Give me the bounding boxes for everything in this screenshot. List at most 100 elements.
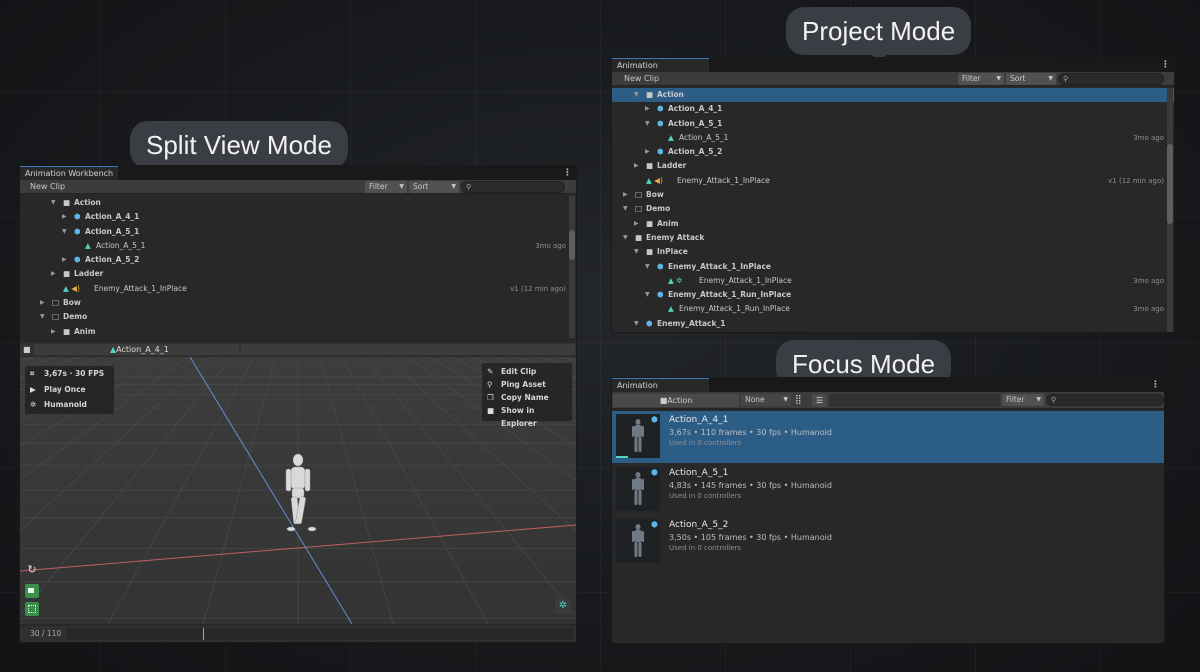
tree-row[interactable]: ▼ ⬢ Enemy_Attack_1_InPlace	[612, 260, 1174, 274]
tree-row-label: Enemy_Attack_1_InPlace	[677, 175, 770, 185]
expand-arrow-right-icon[interactable]: ▶	[645, 145, 650, 159]
expand-arrow-down-icon[interactable]: ▼	[634, 245, 639, 259]
filter-dropdown[interactable]: Filter ▼	[958, 73, 1004, 85]
row-icon-wrap: ▲	[85, 239, 91, 253]
timeline-track[interactable]	[66, 628, 574, 640]
expand-arrow-right-icon[interactable]: ▶	[62, 253, 67, 267]
tab-animation-workbench[interactable]: Animation Workbench	[20, 166, 119, 180]
preview-viewport[interactable]: ⌗ 3,67s · 30 FPS ▶ Play Once ✲ Humanoid ✎ Ed…	[20, 357, 576, 624]
timeline-bar[interactable]: 30 / 110	[20, 626, 576, 642]
filter-dropdown[interactable]: Filter ▼	[365, 181, 407, 193]
tree-row[interactable]: ▲ Action_A_5_1 3mo ago	[612, 131, 1174, 145]
expand-arrow-down-icon[interactable]: ▼	[645, 260, 650, 274]
folder-icon[interactable]: ■	[23, 343, 31, 356]
focus-search-field[interactable]	[830, 394, 1000, 407]
clip-name: Action_A_5_1	[669, 467, 729, 478]
reset-view-button[interactable]: ↻	[25, 563, 39, 577]
tree-row[interactable]: ▼ ■ InPlace	[612, 245, 1174, 259]
context-menu-item[interactable]: ✎ Edit Clip	[482, 365, 572, 378]
timeline-playhead[interactable]	[203, 628, 205, 640]
tree-row[interactable]: ▶ ■ Ladder	[612, 159, 1174, 173]
new-clip-button[interactable]: New Clip	[614, 72, 669, 86]
controller-dropdown[interactable]: None ▼	[741, 394, 791, 406]
expand-arrow-right-icon[interactable]: ▶	[51, 325, 56, 338]
tree-row-label: Action_A_4_1	[668, 104, 723, 114]
humanoid-row[interactable]: ✲ Humanoid	[25, 397, 114, 413]
folder-icon: ■	[646, 218, 654, 228]
expand-arrow-down-icon[interactable]: ▼	[62, 225, 67, 239]
filter-dropdown[interactable]: Filter ▼	[1002, 394, 1044, 406]
tree-scrollbar[interactable]	[1167, 88, 1173, 332]
tree-row[interactable]: ▲ ◀) Enemy_Attack_1_InPlace v1 (12 min ago…	[612, 174, 1174, 188]
expand-arrow-right-icon[interactable]: ▶	[634, 217, 639, 231]
expand-arrow-right-icon[interactable]: ▶	[51, 267, 56, 281]
tree-row[interactable]: ▼ ⬢ Action_A_5_1	[20, 225, 576, 239]
tree-row[interactable]: ▼ ■ Enemy Attack	[612, 231, 1174, 245]
humanoid-pose-button[interactable]: ✲	[555, 598, 571, 614]
preview-clip-name-field[interactable]	[241, 344, 575, 355]
tree-row[interactable]: ▼ ■ Action	[612, 88, 1174, 103]
path-field[interactable]: ■Action	[613, 394, 739, 407]
tree-row[interactable]: ▶ ⬢ Action_A_4_1	[20, 210, 576, 224]
expand-arrow-right-icon[interactable]: ▶	[40, 296, 45, 310]
tree-row[interactable]: ▶ ⬢ Action_A_5_2	[612, 145, 1174, 159]
grid-toggle-button[interactable]	[25, 602, 39, 616]
tree-row[interactable]: ▲ Action_A_5_1 3mo ago	[20, 239, 576, 253]
tree-row[interactable]: ▶ ■ Anim	[20, 325, 576, 338]
window-menu-icon[interactable]: ⋮	[563, 166, 572, 180]
expand-arrow-right-icon[interactable]: ▶	[645, 102, 650, 116]
tree-scrollbar[interactable]	[569, 196, 575, 338]
tab-animation-workbench[interactable]: Animation Workbench	[612, 58, 709, 84]
tree-row[interactable]: ▼ ⬢ Action_A_5_1	[612, 117, 1174, 131]
context-menu-item[interactable]: ■ Show in Explorer	[482, 404, 572, 428]
tree-row[interactable]: ▶ □ Bow	[612, 188, 1174, 202]
path-label: Action	[667, 396, 693, 405]
list-view-button[interactable]: ☰	[812, 394, 827, 407]
clip-card[interactable]: ⬢ Action_A_5_2 3,50s • 105 frames • 30 fps…	[612, 516, 1164, 568]
tree-row[interactable]: ▶ ■ Ladder	[20, 267, 576, 281]
tree-row[interactable]: ▲ ◀) Enemy_Attack_1_InPlace v1 (12 min ago…	[20, 282, 576, 296]
tree-row[interactable]: ▼ ■ Action	[20, 196, 576, 210]
clip-card[interactable]: ⬢ Action_A_4_1 3,67s • 110 frames • 30 fps…	[612, 411, 1164, 463]
tab-animation-workbench[interactable]: Animation Workbench	[612, 378, 709, 404]
context-menu-item[interactable]: ⚲ Ping Asset	[482, 378, 572, 391]
window-menu-icon[interactable]: ⋮	[1151, 378, 1160, 392]
tree-row[interactable]: ▼ □ Demo	[20, 310, 576, 324]
tree-row[interactable]: ▶ ⬢ Action_A_4_1	[612, 102, 1174, 116]
expand-arrow-down-icon[interactable]: ▼	[623, 231, 628, 245]
tree-row[interactable]: ▼ ⬢ Enemy_Attack_1	[612, 317, 1174, 331]
tree-row[interactable]: ▲ Enemy_Attack_1_Run_InPlace 3mo ago	[612, 302, 1174, 316]
context-menu-item[interactable]: ❐ Copy Name	[482, 391, 572, 404]
tree-scrollbar-thumb[interactable]	[1167, 144, 1173, 224]
tree-row[interactable]: ▶ □ Bow	[20, 296, 576, 310]
window-menu-icon[interactable]: ⋮	[1161, 58, 1170, 72]
expand-arrow-down-icon[interactable]: ▼	[51, 196, 56, 210]
tree-scrollbar-thumb[interactable]	[569, 230, 575, 260]
expand-arrow-down-icon[interactable]: ▼	[634, 88, 639, 102]
tree-row[interactable]: ▶ ■ Anim	[612, 217, 1174, 231]
tree-row[interactable]: ▲ ✲ Enemy_Attack_1_InPlace 3mo ago	[612, 274, 1174, 288]
new-clip-button[interactable]: New Clip	[20, 180, 75, 194]
expand-arrow-down-icon[interactable]: ▼	[623, 202, 628, 216]
grid-view-button[interactable]: ⣿	[795, 395, 805, 405]
search-input[interactable]: ⚲	[1046, 394, 1164, 406]
sort-dropdown[interactable]: Sort ▼	[1006, 73, 1056, 85]
expand-arrow-down-icon[interactable]: ▼	[634, 317, 639, 331]
play-once-toggle[interactable]: ▶ Play Once	[25, 382, 114, 398]
context-menu: ✎ Edit Clip ⚲ Ping Asset ❐ Copy Name ■ Show in …	[482, 363, 572, 428]
search-input[interactable]: ⚲	[461, 181, 565, 193]
clip-card[interactable]: ⬢ Action_A_5_1 4,83s • 145 frames • 30 fps…	[612, 464, 1164, 516]
search-input[interactable]: ⚲	[1058, 73, 1164, 85]
expand-arrow-down-icon[interactable]: ▼	[645, 117, 650, 131]
expand-arrow-right-icon[interactable]: ▶	[634, 159, 639, 173]
expand-arrow-right-icon[interactable]: ▶	[62, 210, 67, 224]
tree-row[interactable]: ▶ ⬢ Action_A_5_2	[20, 253, 576, 267]
cube-icon: ⬢	[657, 118, 664, 128]
tree-row[interactable]: ▼ ⬢ Enemy_Attack_1_Run_InPlace	[612, 288, 1174, 302]
camera-button[interactable]	[25, 584, 39, 598]
tree-row[interactable]: ▼ □ Demo	[612, 202, 1174, 216]
sort-dropdown[interactable]: Sort ▼	[409, 181, 459, 193]
expand-arrow-down-icon[interactable]: ▼	[40, 310, 45, 324]
expand-arrow-down-icon[interactable]: ▼	[645, 288, 650, 302]
expand-arrow-right-icon[interactable]: ▶	[623, 188, 628, 202]
